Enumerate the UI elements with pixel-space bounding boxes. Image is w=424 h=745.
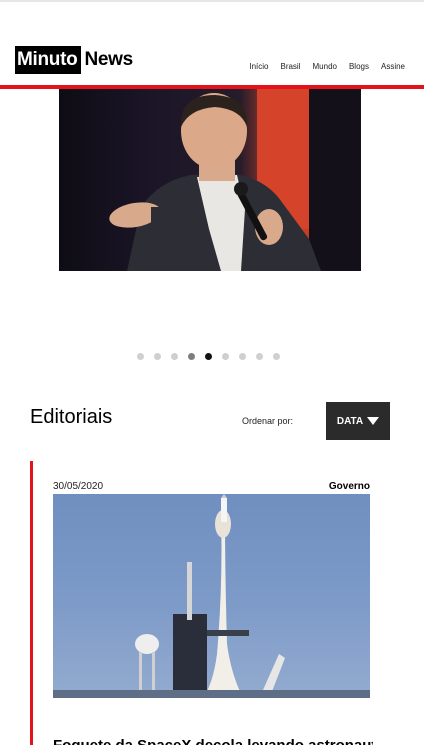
sort-label: Ordenar por: xyxy=(242,416,294,426)
article-date: 30/05/2020 xyxy=(53,481,104,492)
speaker-photo xyxy=(109,89,361,271)
section-title: Editoriais xyxy=(30,406,113,428)
carousel-dot[interactable] xyxy=(222,353,229,360)
carousel-dot-active[interactable] xyxy=(205,353,212,360)
carousel-dots xyxy=(137,353,280,360)
logo-news: News xyxy=(84,49,133,70)
carousel-dot[interactable] xyxy=(256,353,263,360)
carousel-dot[interactable] xyxy=(239,353,246,360)
article-headline[interactable]: Foguete da SpaceX decola levando astrona… xyxy=(53,737,373,745)
article-accent-line xyxy=(30,461,33,745)
rocket-launch-photo xyxy=(53,494,370,698)
site-header: Minuto News Início Brasil Mundo Blogs As… xyxy=(0,2,424,88)
caret-down-icon xyxy=(367,417,380,425)
sort-value: DATA xyxy=(336,415,364,427)
nav-item-inicio[interactable]: Início xyxy=(249,62,268,71)
page: Minuto News Início Brasil Mundo Blogs As… xyxy=(0,0,424,745)
article-image[interactable] xyxy=(53,494,370,698)
carousel-dot[interactable] xyxy=(188,353,195,360)
logo-minuto: Minuto xyxy=(15,46,82,74)
main-nav: Início Brasil Mundo Blogs Assine xyxy=(249,62,405,71)
carousel-dot[interactable] xyxy=(154,353,161,360)
nav-item-mundo[interactable]: Mundo xyxy=(313,62,337,71)
nav-item-blogs[interactable]: Blogs xyxy=(349,62,369,71)
nav-item-brasil[interactable]: Brasil xyxy=(280,62,300,71)
carousel-dot[interactable] xyxy=(137,353,144,360)
nav-item-assine[interactable]: Assine xyxy=(381,62,405,71)
carousel-dot[interactable] xyxy=(171,353,178,360)
article-category[interactable]: Governo xyxy=(329,481,370,492)
sort-dropdown-button[interactable]: DATA xyxy=(326,402,390,440)
carousel-slide-image[interactable] xyxy=(59,89,361,271)
carousel-dot[interactable] xyxy=(273,353,280,360)
site-logo[interactable]: Minuto News xyxy=(15,46,133,74)
